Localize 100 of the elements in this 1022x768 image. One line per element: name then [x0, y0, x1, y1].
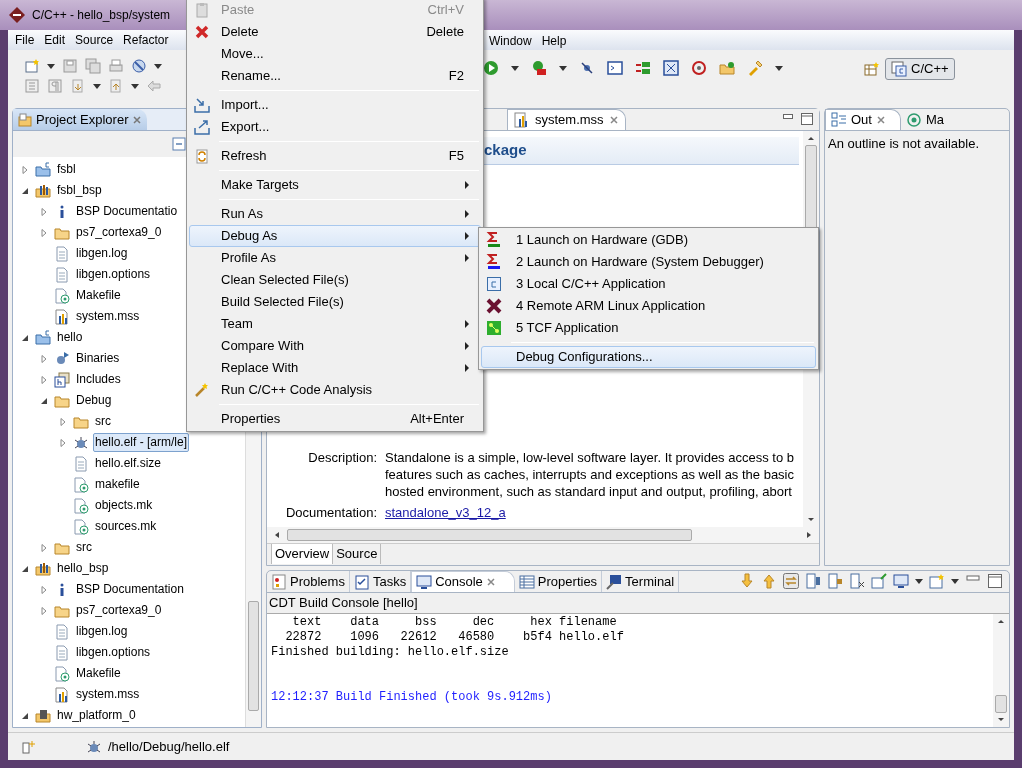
tree-item[interactable]: hello — [55, 328, 85, 347]
tree-item[interactable]: Makefile — [74, 664, 123, 683]
tree-item[interactable]: libgen.options — [74, 643, 153, 662]
expand-arrow-icon[interactable] — [40, 375, 48, 384]
menu-item[interactable]: Make Targets — [189, 174, 481, 196]
close-icon[interactable] — [485, 577, 496, 587]
skip-breakpoints-icon[interactable] — [579, 60, 595, 76]
expand-arrow-icon[interactable] — [40, 543, 48, 552]
previous-annotation-icon[interactable] — [108, 78, 124, 94]
panel-tab[interactable]: Properties — [514, 571, 603, 592]
clear-console-icon[interactable] — [805, 573, 821, 589]
tree-item[interactable]: libgen.log — [74, 622, 130, 641]
collapse-arrow-icon[interactable] — [21, 564, 29, 573]
expand-arrow-icon[interactable] — [40, 354, 48, 363]
collapse-arrow-icon[interactable] — [21, 186, 29, 195]
tree-item[interactable]: hello.elf - [arm/le] — [93, 433, 190, 452]
panel-tab[interactable]: Terminal — [602, 571, 680, 592]
new-console-icon[interactable] — [929, 573, 945, 589]
menu-item[interactable]: Run C/C++ Code Analysis — [189, 379, 481, 401]
menu-item[interactable]: Run As — [189, 203, 481, 225]
tree-item[interactable]: BSP Documentatio — [74, 202, 180, 221]
vertical-scrollbar[interactable] — [993, 614, 1009, 727]
expand-arrow-icon[interactable] — [21, 165, 29, 174]
editor-page-tab[interactable]: Source — [333, 544, 382, 564]
scroll-left-icon[interactable] — [273, 531, 281, 539]
scrollbar-thumb[interactable] — [287, 529, 692, 541]
tree-item[interactable]: Binaries — [74, 349, 122, 368]
maximize-icon[interactable] — [987, 573, 1003, 589]
menu-item[interactable]: Source — [70, 31, 119, 49]
expand-arrow-icon[interactable] — [40, 606, 48, 615]
scrollbar-thumb[interactable] — [248, 601, 259, 711]
tree-item[interactable]: ps7_cortexa9_0 — [74, 601, 164, 620]
documentation-link[interactable]: standalone_v3_12_a — [385, 504, 506, 521]
collapse-arrow-icon[interactable] — [21, 711, 29, 720]
tree-item[interactable]: makefile — [93, 475, 142, 494]
scroll-right-icon[interactable] — [805, 531, 813, 539]
menu-item[interactable]: 4 Remote ARM Linux Application — [481, 295, 816, 317]
menu-item[interactable]: File — [10, 31, 40, 49]
menu-item[interactable]: Help — [536, 32, 572, 50]
tree-item[interactable]: libgen.log — [74, 244, 130, 263]
menu-item[interactable]: Edit — [39, 31, 71, 49]
menu-item[interactable]: Refresh F5 — [189, 145, 481, 167]
maximize-icon[interactable] — [801, 113, 813, 125]
run-toolbox-icon[interactable] — [531, 60, 547, 76]
expand-arrow-icon[interactable] — [40, 585, 48, 594]
editor-page-tab[interactable]: Overview — [271, 544, 334, 564]
collapse-all-icon[interactable] — [172, 137, 186, 151]
menu-item[interactable]: Debug As — [189, 225, 481, 247]
menu-item[interactable]: Import... — [189, 94, 481, 116]
crossed-box-icon[interactable] — [663, 60, 679, 76]
menu-item[interactable]: Window — [484, 32, 537, 50]
menu-item[interactable]: Replace With — [189, 357, 481, 379]
tree-item[interactable]: hello_bsp — [55, 559, 111, 578]
panel-tab[interactable]: Out — [825, 109, 901, 130]
menu-item[interactable]: Refactor — [118, 31, 174, 49]
menu-item[interactable]: Compare With — [189, 335, 481, 357]
menu-item[interactable]: Export... — [189, 116, 481, 138]
menu-item[interactable]: Clean Selected File(s) — [189, 269, 481, 291]
menu-item[interactable]: Rename... F2 — [189, 65, 481, 87]
tree-item[interactable]: src — [93, 412, 113, 431]
menu-item[interactable]: Move... — [189, 43, 481, 65]
menu-item[interactable]: Properties Alt+Enter — [189, 408, 481, 430]
close-icon[interactable] — [608, 115, 619, 125]
scroll-up-arrow-icon[interactable] — [761, 573, 777, 589]
project-explorer-tab[interactable]: Project Explorer — [13, 109, 148, 130]
pin-icon[interactable] — [871, 573, 887, 589]
print-icon[interactable] — [108, 58, 124, 74]
expand-arrow-icon[interactable] — [59, 438, 67, 447]
tree-item[interactable]: fsbl_bsp — [55, 181, 104, 200]
panel-tab[interactable]: Problems — [267, 571, 350, 592]
menu-item[interactable]: Build Selected File(s) — [189, 291, 481, 313]
menu-item[interactable]: 3 Local C/C++ Application — [481, 273, 816, 295]
scroll-lock-icon[interactable] — [783, 573, 799, 589]
collapse-arrow-icon[interactable] — [40, 396, 48, 405]
scrollbar-thumb[interactable] — [995, 695, 1007, 713]
menu-item[interactable]: Debug Configurations... — [481, 346, 816, 368]
tree-item[interactable]: src — [74, 538, 94, 557]
blocks-icon[interactable] — [635, 60, 651, 76]
tree-item[interactable]: Makefile — [74, 286, 123, 305]
monitor-icon[interactable] — [893, 573, 909, 589]
flashlight-icon[interactable] — [747, 60, 763, 76]
expand-arrow-icon[interactable] — [40, 228, 48, 237]
pin-console-icon[interactable] — [827, 573, 843, 589]
new-icon[interactable] — [24, 58, 40, 74]
tree-item[interactable]: Includes — [74, 370, 123, 389]
panel-tab[interactable]: Tasks — [349, 571, 412, 592]
collapse-arrow-icon[interactable] — [21, 333, 29, 342]
horizontal-scrollbar[interactable] — [267, 527, 819, 543]
save-icon[interactable] — [62, 58, 78, 74]
tree-item[interactable]: system.mss — [74, 307, 142, 326]
menu-item[interactable]: 2 Launch on Hardware (System Debugger) — [481, 251, 816, 273]
tree-item[interactable]: fsbl — [55, 160, 78, 179]
tree-item[interactable]: hw_platform_0 — [55, 706, 138, 725]
menu-item[interactable]: Profile As — [189, 247, 481, 269]
tree-item[interactable]: sources.mk — [93, 517, 159, 536]
minimize-icon[interactable] — [783, 114, 793, 120]
menu-item[interactable]: Delete Delete — [189, 21, 481, 43]
open-perspective-icon[interactable] — [863, 61, 879, 77]
editor-tab[interactable]: system.mss — [507, 109, 626, 130]
tree-item[interactable]: system.mss — [74, 685, 142, 704]
